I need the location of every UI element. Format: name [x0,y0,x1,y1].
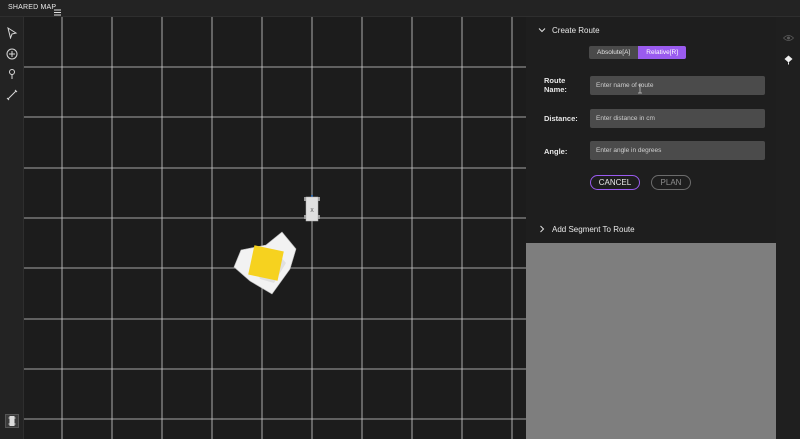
plan-button[interactable]: PLAN [651,175,691,190]
create-route-header[interactable]: Create Route [538,22,600,38]
angle-label: Angle: [544,147,568,156]
pointer-arrow-icon[interactable] [4,25,20,41]
map-grid: X [24,17,526,439]
chevron-down-icon [538,26,546,34]
map-title: SHARED MAP [8,4,57,11]
left-toolbar [0,17,24,439]
route-mode-toggle: Absolute[A] Relative[R] [589,46,687,59]
text-cursor-icon [636,81,644,94]
target-marker[interactable] [233,231,297,295]
angle-input[interactable] [590,141,765,160]
segment-content-area [526,243,776,439]
distance-input[interactable] [590,109,765,128]
map-canvas[interactable]: X [24,17,526,439]
cancel-button[interactable]: CANCEL [590,175,640,190]
add-segment-title: Add Segment To Route [552,224,635,234]
distance-label: Distance: [544,114,578,123]
absolute-mode-button[interactable]: Absolute[A] [589,46,639,59]
robot-icon[interactable] [4,413,20,429]
route-name-input[interactable] [590,76,765,95]
route-panel: Create Route Absolute[A] Relative[R] Rou… [526,17,776,439]
robot-marker[interactable]: X [304,195,320,222]
hamburger-menu-icon[interactable] [53,4,62,16]
ruler-line-icon[interactable] [4,87,20,103]
top-bar: SHARED MAP [0,0,800,17]
right-sidebar [776,17,800,439]
relative-mode-button[interactable]: Relative[R] [638,46,687,59]
location-pin-icon[interactable] [4,66,20,82]
create-route-title: Create Route [552,25,600,35]
plus-circle-icon[interactable] [4,46,20,62]
add-segment-header[interactable]: Add Segment To Route [538,221,635,237]
eye-icon[interactable] [782,29,795,41]
route-name-label: Route Name: [544,76,567,94]
chevron-right-icon [538,225,546,233]
diamond-marker-icon[interactable] [784,52,793,65]
